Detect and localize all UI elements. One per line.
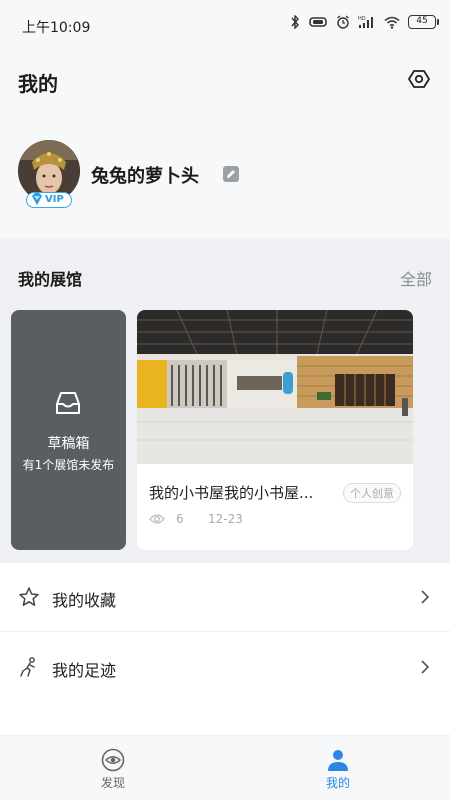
user-icon	[328, 750, 348, 771]
hall-name: 我的小书屋我的小书屋...	[149, 484, 314, 502]
hall-tag: 个人创意	[343, 483, 401, 503]
view-all-link[interactable]: 全部	[400, 266, 432, 290]
vip-badge-label: VIP	[45, 194, 64, 205]
my-halls-section: 我的展馆 全部 草稿箱 有1个展馆未发布 我的小书屋我的小书屋... 个人创意 …	[0, 238, 450, 563]
drafts-card[interactable]: 草稿箱 有1个展馆未发布	[11, 310, 126, 550]
edit-icon[interactable]	[222, 165, 240, 183]
signal-icon: HD	[358, 16, 373, 28]
hall-views: 6	[176, 512, 184, 526]
bottom-tab-bar: 发现 我的	[0, 735, 450, 800]
menu-item-footprints[interactable]: 我的足迹	[0, 633, 450, 702]
svg-text:HD: HD	[358, 16, 366, 22]
section-title: 我的展馆	[18, 270, 83, 289]
settings-hexagon-icon[interactable]	[408, 68, 430, 90]
wifi-icon	[384, 16, 400, 29]
hall-thumbnail	[137, 310, 413, 464]
vibrate-icon	[309, 17, 327, 27]
profile-section: VIP 兔兔的萝卜头	[0, 108, 450, 238]
menu-list: 我的收藏 我的足迹	[0, 563, 450, 735]
status-bar: 上午10:09 HD 45	[0, 0, 450, 52]
tab-label: 我的	[325, 776, 350, 790]
tab-label: 发现	[100, 776, 125, 790]
status-time: 上午10:09	[22, 20, 91, 36]
menu-item-favorites[interactable]: 我的收藏	[0, 563, 450, 632]
diamond-icon	[32, 193, 42, 205]
eye-icon	[101, 748, 125, 772]
chevron-right-icon	[421, 660, 430, 674]
tab-discover[interactable]: 发现	[53, 736, 173, 800]
drafts-title: 草稿箱	[47, 436, 90, 452]
eye-icon	[149, 514, 165, 524]
header: 我的	[0, 52, 450, 108]
alarm-icon	[337, 15, 349, 29]
battery-icon: 45	[408, 15, 439, 29]
star-icon	[19, 587, 39, 606]
vip-badge: VIP	[26, 192, 72, 208]
menu-item-label: 我的收藏	[52, 591, 117, 610]
hall-date: 12-23	[208, 512, 243, 526]
username: 兔兔的萝卜头	[91, 166, 199, 187]
bluetooth-icon	[291, 15, 299, 29]
chevron-right-icon	[421, 590, 430, 604]
page-title: 我的	[18, 72, 58, 96]
menu-item-label: 我的足迹	[52, 661, 117, 680]
footprint-icon	[20, 657, 35, 677]
hall-card[interactable]: 我的小书屋我的小书屋... 个人创意 6 12-23	[137, 310, 413, 550]
tab-mine[interactable]: 我的	[278, 736, 398, 800]
status-icons: HD 45	[290, 15, 439, 29]
drafts-subtitle: 有1个展馆未发布	[22, 458, 115, 472]
inbox-icon	[56, 392, 80, 414]
